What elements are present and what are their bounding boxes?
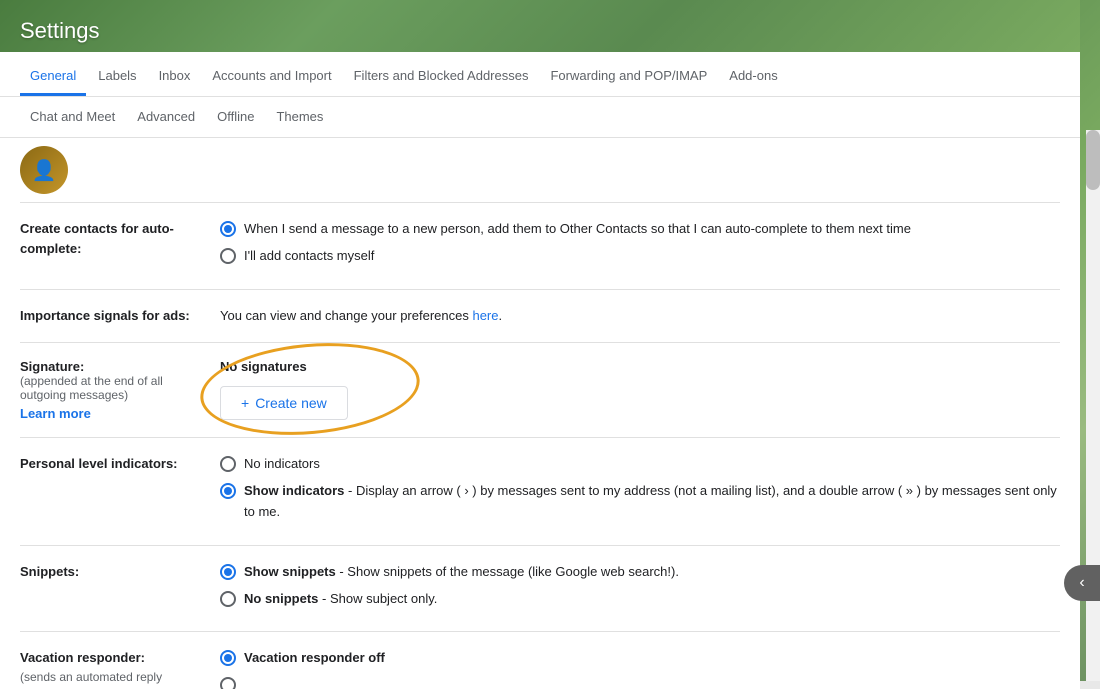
tab-general[interactable]: General (20, 56, 86, 96)
importance-here-link[interactable]: here (472, 308, 498, 323)
tab-advanced[interactable]: Advanced (127, 97, 205, 137)
snippets-label: Snippets: (20, 562, 220, 582)
setting-row-create-contacts: Create contacts for auto-complete: When … (20, 203, 1060, 290)
tabs-row-2: Chat and Meet Advanced Offline Themes (0, 97, 1080, 138)
auto-contacts-label: When I send a message to a new person, a… (244, 219, 911, 240)
radio-no-indicators[interactable]: No indicators (220, 454, 1060, 475)
radio-show-snippets-btn[interactable] (220, 564, 236, 580)
avatar-row: 👤 (20, 138, 1060, 203)
collapse-panel-button[interactable]: ‹ (1064, 565, 1100, 601)
create-new-signature-button[interactable]: + Create new (220, 386, 348, 420)
settings-panel: Settings General Labels Inbox Accounts a… (0, 0, 1080, 681)
tab-labels[interactable]: Labels (88, 56, 146, 96)
radio-vacation-on[interactable] (220, 675, 1060, 689)
no-snippets-bold: No snippets (244, 591, 318, 606)
radio-no-indicators-btn[interactable] (220, 456, 236, 472)
signature-label: Signature: (20, 359, 200, 374)
vacation-content: Vacation responder off (220, 648, 1060, 689)
show-snippets-rest: - Show snippets of the message (like Goo… (336, 564, 679, 579)
create-contacts-content: When I send a message to a new person, a… (220, 219, 1060, 273)
radio-option-2[interactable]: I'll add contacts myself (220, 246, 1060, 267)
radio-show-indicators[interactable]: Show indicators - Display an arrow ( › )… (220, 481, 1060, 523)
personal-level-label: Personal level indicators: (20, 454, 220, 474)
radio-option-1[interactable]: When I send a message to a new person, a… (220, 219, 1060, 240)
no-snippets-text: No snippets - Show subject only. (244, 589, 437, 610)
signature-learn-more-link[interactable]: Learn more (20, 406, 200, 421)
radio-vacation-on-btn[interactable] (220, 677, 236, 689)
manual-contacts-label: I'll add contacts myself (244, 246, 374, 267)
importance-text: You can view and change your preferences (220, 308, 472, 323)
tab-accounts-import[interactable]: Accounts and Import (202, 56, 341, 96)
tab-addons[interactable]: Add-ons (719, 56, 787, 96)
tabs-row-1: General Labels Inbox Accounts and Import… (0, 52, 1080, 97)
content-area: 👤 Create contacts for auto-complete: Whe… (0, 138, 1080, 689)
radio-no-snippets[interactable]: No snippets - Show subject only. (220, 589, 1060, 610)
no-signatures-text: No signatures (220, 359, 1060, 374)
create-new-label: Create new (255, 395, 327, 411)
radio-manual-contacts[interactable] (220, 248, 236, 264)
vacation-label: Vacation responder: (20, 648, 200, 668)
show-snippets-text: Show snippets - Show snippets of the mes… (244, 562, 679, 583)
radio-vacation-off[interactable]: Vacation responder off (220, 648, 1060, 669)
signature-inner: Signature: (appended at the end of all o… (20, 359, 1060, 421)
show-snippets-bold: Show snippets (244, 564, 336, 579)
vacation-off-label: Vacation responder off (244, 648, 385, 669)
arrow-left-icon: ‹ (1079, 574, 1084, 592)
tab-offline[interactable]: Offline (207, 97, 264, 137)
signature-content: No signatures + Create new (220, 359, 1060, 420)
snippets-content: Show snippets - Show snippets of the mes… (220, 562, 1060, 616)
radio-show-snippets[interactable]: Show snippets - Show snippets of the mes… (220, 562, 1060, 583)
signature-label-block: Signature: (appended at the end of all o… (20, 359, 220, 421)
signature-sublabel: (appended at the end of all outgoing mes… (20, 374, 200, 402)
tab-filters-blocked[interactable]: Filters and Blocked Addresses (344, 56, 539, 96)
tab-themes[interactable]: Themes (266, 97, 333, 137)
plus-icon: + (241, 395, 249, 411)
radio-show-indicators-btn[interactable] (220, 483, 236, 499)
vacation-label-block: Vacation responder: (sends an automated … (20, 648, 220, 686)
setting-row-snippets: Snippets: Show snippets - Show snippets … (20, 546, 1060, 633)
show-indicators-bold: Show indicators (244, 483, 344, 498)
vacation-sublabel: (sends an automated reply (20, 668, 200, 686)
setting-row-signature: Signature: (appended at the end of all o… (20, 343, 1060, 438)
show-indicators-rest: - Display an arrow ( › ) by messages sen… (244, 483, 1057, 519)
avatar: 👤 (20, 146, 68, 194)
create-contacts-label: Create contacts for auto-complete: (20, 219, 220, 258)
tab-forwarding-pop[interactable]: Forwarding and POP/IMAP (540, 56, 717, 96)
radio-auto-contacts[interactable] (220, 221, 236, 237)
signature-annotation-wrapper: No signatures + Create new (220, 359, 1060, 420)
radio-no-snippets-btn[interactable] (220, 591, 236, 607)
scrollbar-thumb[interactable] (1086, 130, 1100, 190)
page-title: Settings (20, 8, 1060, 52)
importance-content: You can view and change your preferences… (220, 306, 1060, 327)
tab-chat-meet[interactable]: Chat and Meet (20, 97, 125, 137)
personal-level-content: No indicators Show indicators - Display … (220, 454, 1060, 528)
no-indicators-label: No indicators (244, 454, 320, 475)
setting-row-personal-level: Personal level indicators: No indicators… (20, 438, 1060, 545)
importance-label: Importance signals for ads: (20, 306, 220, 326)
tab-inbox[interactable]: Inbox (149, 56, 201, 96)
setting-row-importance: Importance signals for ads: You can view… (20, 290, 1060, 344)
show-indicators-text: Show indicators - Display an arrow ( › )… (244, 481, 1060, 523)
radio-vacation-off-btn[interactable] (220, 650, 236, 666)
no-snippets-rest: - Show subject only. (318, 591, 437, 606)
